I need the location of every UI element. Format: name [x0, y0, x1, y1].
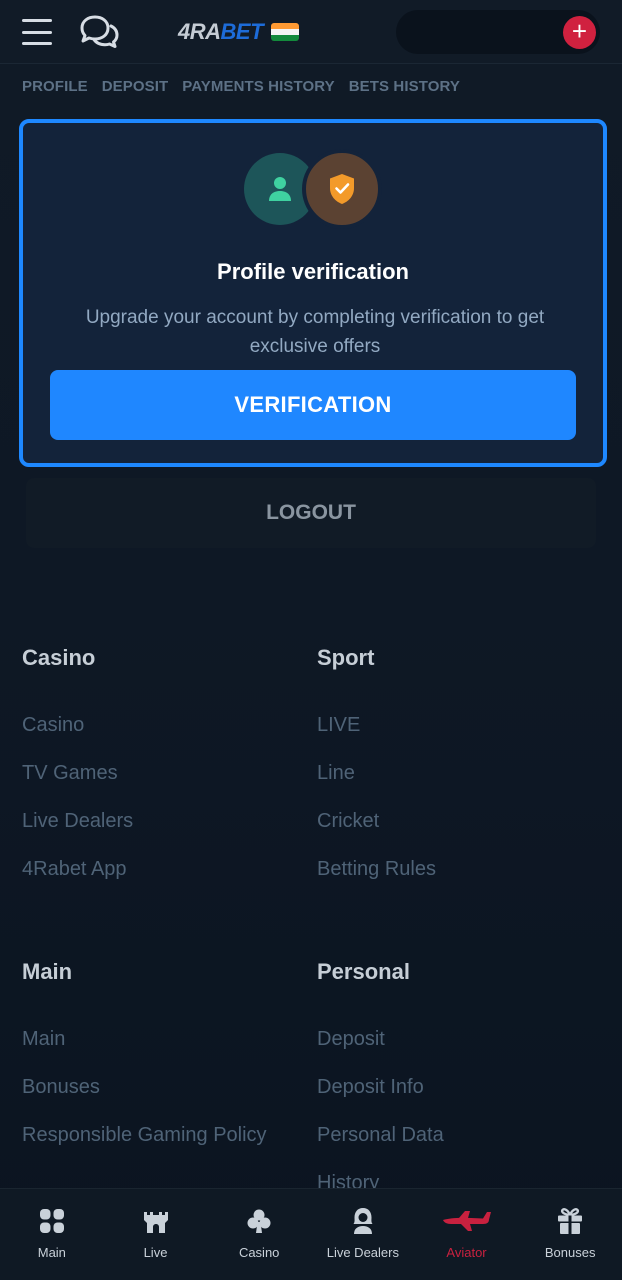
brand-logo[interactable]: 4RABET [178, 17, 300, 47]
footer-link-cricket[interactable]: Cricket [317, 810, 379, 833]
bottom-nav-label: Casino [238, 1245, 280, 1260]
add-funds-plus-icon[interactable]: + [563, 16, 596, 49]
shield-check-icon [302, 149, 382, 229]
footer-link-deposit[interactable]: Deposit [317, 1028, 385, 1051]
bottom-nav-aviator[interactable]: Aviator [415, 1189, 519, 1280]
subnav-deposit[interactable]: DEPOSIT [102, 78, 169, 95]
footer-link-tv-games[interactable]: TV Games [22, 762, 118, 785]
verification-card: Profile verification Upgrade your accoun… [19, 119, 607, 467]
subnav-bets-history[interactable]: BETS HISTORY [349, 78, 460, 95]
subnav-payments-history[interactable]: PAYMENTS HISTORY [182, 78, 334, 95]
bottom-nav-label: Main [37, 1245, 66, 1260]
plane-icon [441, 1205, 493, 1237]
logo-text-main: 4RA [178, 19, 221, 44]
footer-link-personal-data[interactable]: Personal Data [317, 1124, 444, 1147]
bottom-nav-live[interactable]: Live [104, 1189, 208, 1280]
footer-link-live-dealers[interactable]: Live Dealers [22, 810, 133, 833]
bottom-nav-live-dealers[interactable]: Live Dealers [311, 1189, 415, 1280]
footer-link-bonuses[interactable]: Bonuses [22, 1076, 100, 1099]
bottom-navigation: Main Live Casino Live Dealers Aviator Bo… [0, 1188, 622, 1280]
subnav-profile[interactable]: PROFILE [22, 78, 88, 95]
footer-heading-personal: Personal [317, 959, 410, 984]
footer-heading-sport: Sport [317, 645, 375, 670]
bottom-nav-main[interactable]: Main [0, 1189, 104, 1280]
bottom-nav-label: Live [143, 1245, 168, 1260]
bottom-nav-bonuses[interactable]: Bonuses [518, 1189, 622, 1280]
verification-avatars [244, 149, 384, 233]
logout-button[interactable]: LOGOUT [26, 478, 596, 548]
verification-title: Profile verification [217, 259, 409, 284]
footer-link-casino[interactable]: Casino [22, 714, 84, 737]
hamburger-menu-icon[interactable] [22, 19, 52, 45]
castle-icon [140, 1205, 172, 1237]
verification-button[interactable]: VERIFICATION [50, 370, 576, 440]
profile-subnav: PROFILE DEPOSIT PAYMENTS HISTORY BETS HI… [22, 78, 460, 95]
bottom-nav-label: Bonuses [544, 1245, 596, 1260]
bottom-nav-label: Aviator [446, 1245, 487, 1260]
bottom-nav-casino[interactable]: Casino [207, 1189, 311, 1280]
footer-link-4rabet-app[interactable]: 4Rabet App [22, 858, 127, 881]
footer-link-live[interactable]: LIVE [317, 714, 360, 737]
chat-icon[interactable] [78, 14, 120, 50]
logo-text-accent: BET [220, 19, 264, 44]
club-icon [243, 1205, 275, 1237]
footer-link-betting-rules[interactable]: Betting Rules [317, 858, 436, 881]
india-flag-icon [271, 23, 300, 41]
footer-heading-casino: Casino [22, 645, 96, 670]
balance-pill[interactable]: + [396, 10, 600, 54]
footer-link-deposit-info[interactable]: Deposit Info [317, 1076, 424, 1099]
footer-heading-main: Main [22, 959, 73, 984]
footer-link-responsible-gaming[interactable]: Responsible Gaming Policy [22, 1124, 267, 1147]
grid-icon [36, 1205, 68, 1237]
dealer-icon [347, 1205, 379, 1237]
footer-link-line[interactable]: Line [317, 762, 355, 785]
gift-icon [554, 1205, 586, 1237]
top-header: 4RABET + [0, 0, 622, 64]
bottom-nav-label: Live Dealers [326, 1245, 399, 1260]
footer-link-main[interactable]: Main [22, 1028, 65, 1051]
verification-description: Upgrade your account by completing verif… [85, 307, 545, 357]
profile-page: 4RABET + PROFILE DEPOSIT PAYMENTS HISTOR… [0, 0, 622, 1280]
